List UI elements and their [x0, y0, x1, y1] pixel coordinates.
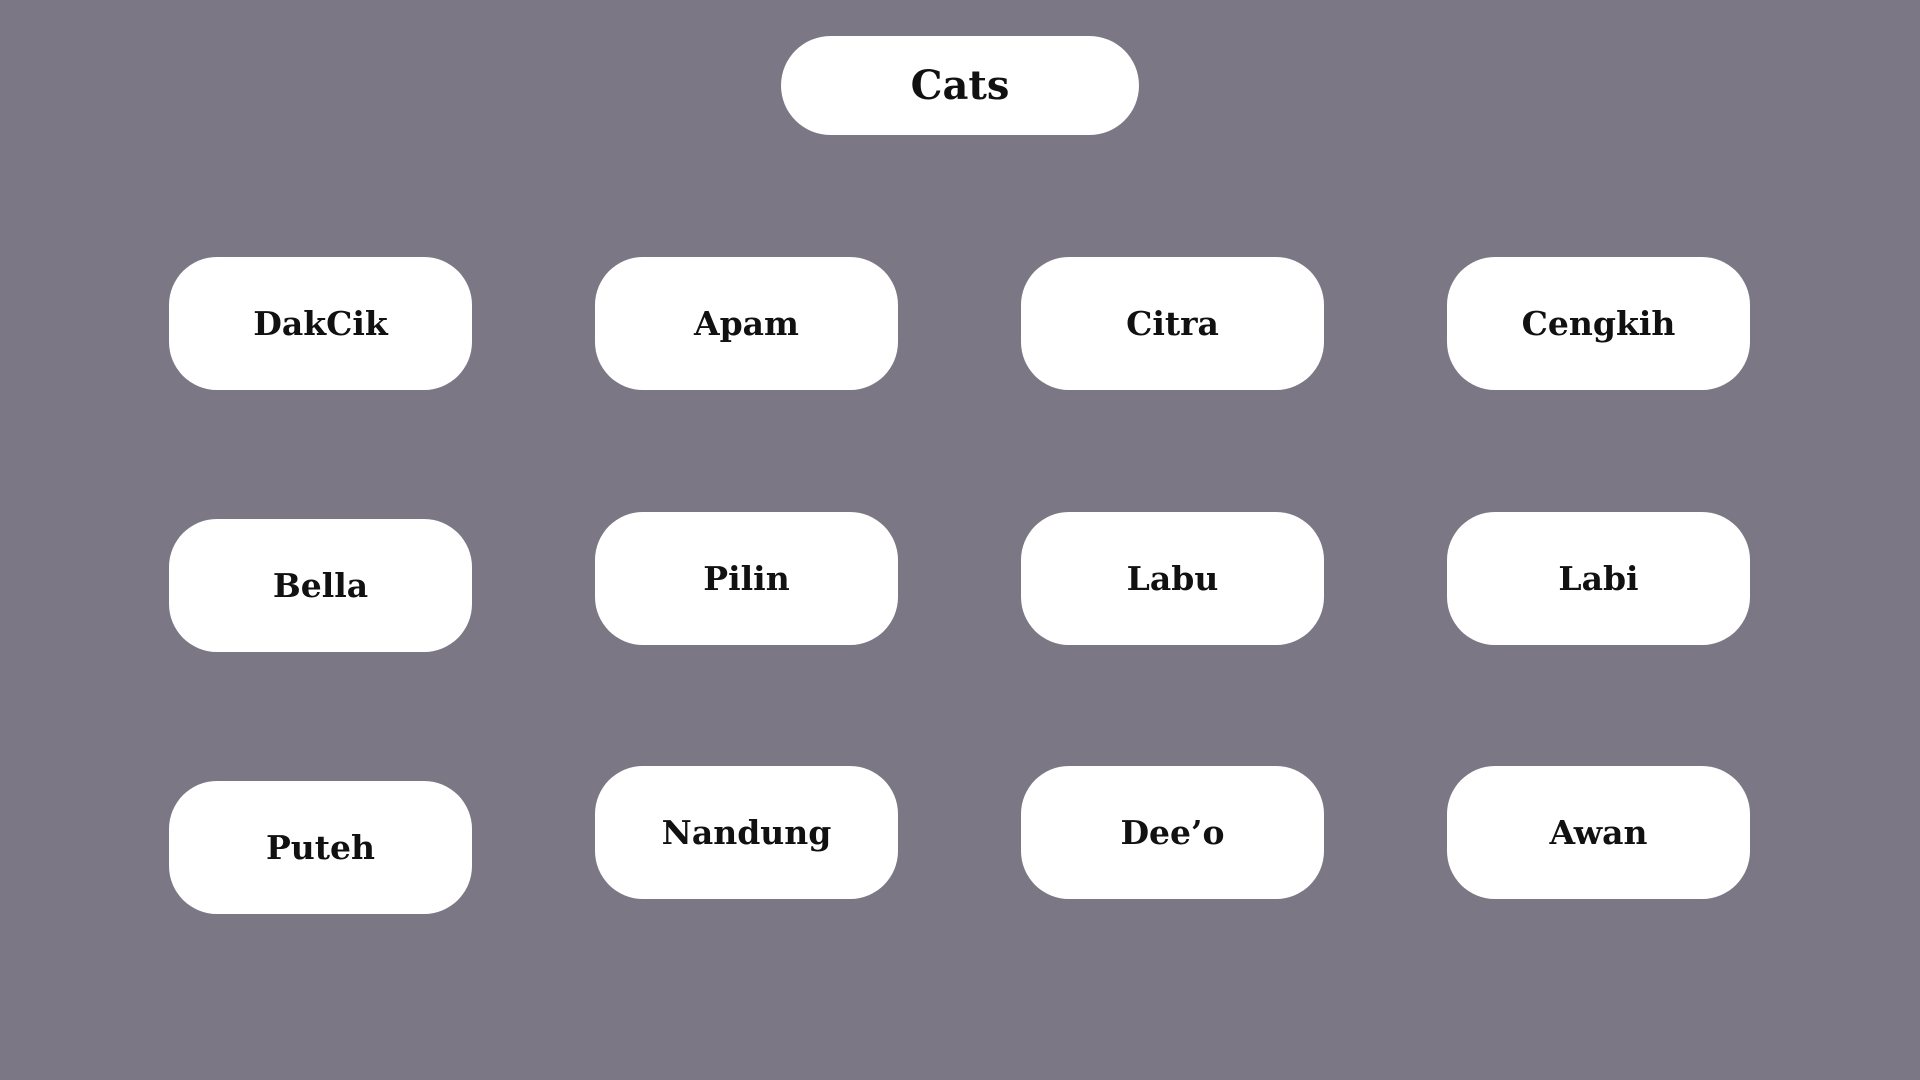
cat-label: Labi — [1558, 559, 1639, 598]
cat-button-citra[interactable]: Citra — [1021, 257, 1324, 390]
cat-button-apam[interactable]: Apam — [595, 257, 898, 390]
cat-label: Bella — [272, 566, 369, 605]
cat-button-labu[interactable]: Labu — [1021, 512, 1324, 645]
title-label: Cats — [910, 62, 1010, 109]
cat-button-cengkih[interactable]: Cengkih — [1447, 257, 1750, 390]
cat-label: Nandung — [661, 813, 832, 852]
cat-label: Dee’o — [1120, 813, 1225, 852]
cat-label: Labu — [1126, 559, 1219, 598]
cat-button-labi[interactable]: Labi — [1447, 512, 1750, 645]
cat-label: Pilin — [703, 559, 790, 598]
cat-button-dakcik[interactable]: DakCik — [169, 257, 472, 390]
cat-label: DakCik — [253, 304, 388, 343]
cat-button-pilin[interactable]: Pilin — [595, 512, 898, 645]
cat-button-bella[interactable]: Bella — [169, 519, 472, 652]
cat-label: Awan — [1549, 813, 1648, 852]
cat-button-deeo[interactable]: Dee’o — [1021, 766, 1324, 899]
cat-button-puteh[interactable]: Puteh — [169, 781, 472, 914]
cat-label: Puteh — [265, 828, 376, 867]
cat-label: Cengkih — [1521, 304, 1676, 343]
cat-button-awan[interactable]: Awan — [1447, 766, 1750, 899]
title-button[interactable]: Cats — [781, 36, 1139, 135]
cat-label: Apam — [694, 304, 799, 343]
cat-button-nandung[interactable]: Nandung — [595, 766, 898, 899]
cat-label: Citra — [1126, 304, 1219, 343]
